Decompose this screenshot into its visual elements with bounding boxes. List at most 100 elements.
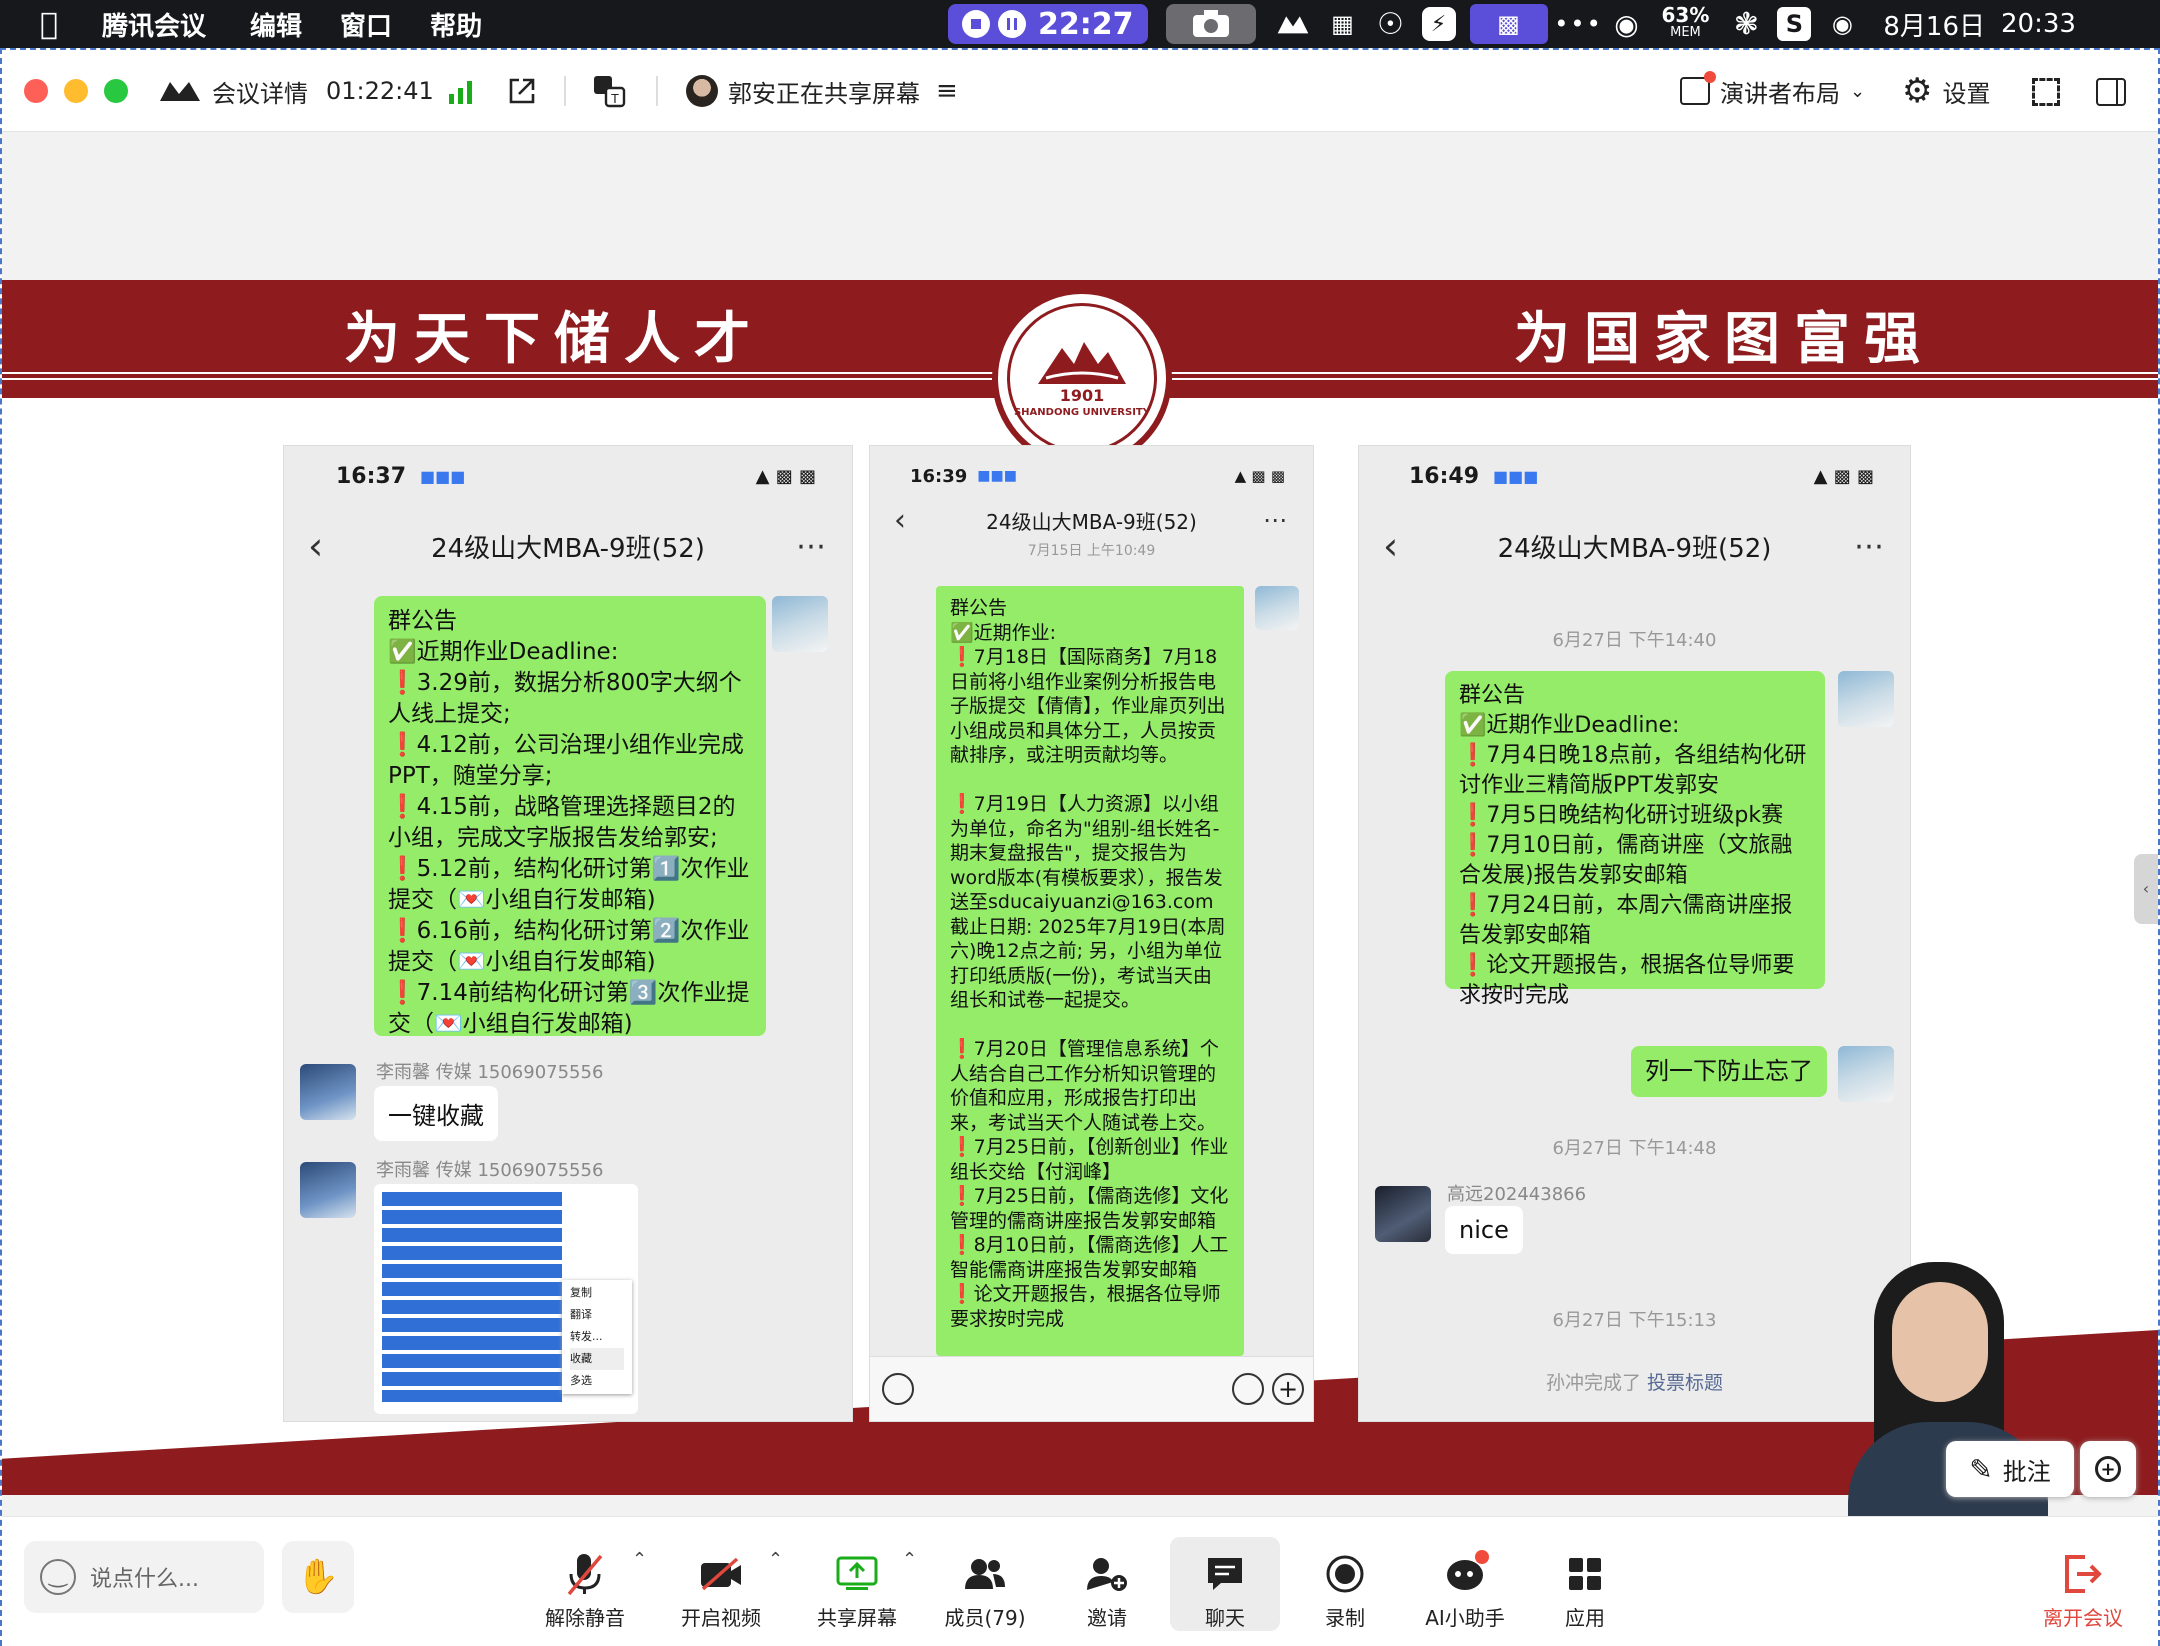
reply-bubble: 列一下防止忘了 — [1631, 1046, 1827, 1097]
chat-button[interactable]: 聊天 — [1170, 1537, 1280, 1631]
maximize-window-button[interactable] — [104, 79, 128, 103]
voice-icon — [882, 1373, 914, 1405]
translate-icon[interactable]: T — [592, 74, 626, 108]
camera-tray-icon[interactable] — [1165, 4, 1256, 44]
macos-menubar:  腾讯会议 编辑 窗口 帮助 22:27 ▦ ☉ ⚡ ▩ ••• ◉ 63% … — [0, 0, 2160, 48]
side-panel-handle[interactable]: ‹ — [2134, 854, 2158, 924]
more-icon: ⋯ — [1854, 528, 1886, 564]
sender-avatar — [1838, 1046, 1894, 1102]
record-button[interactable]: 录制 — [1290, 1537, 1400, 1631]
group-notice-bubble: 群公告 ✅近期作业Deadline: ❗7月4日晚18点前，各组结构化研讨作业三… — [1445, 671, 1825, 1008]
zoom-in-icon: + — [2095, 1456, 2121, 1482]
signal-strength-icon[interactable] — [448, 80, 474, 104]
plus-icon: + — [1272, 1373, 1304, 1405]
message-time: 6月27日 下午14:48 — [1552, 1138, 1717, 1159]
menu-help[interactable]: 帮助 — [430, 6, 482, 43]
status-bar: 16:37 ■■■ ▲ ▩ ▩ — [336, 463, 816, 489]
raise-hand-button[interactable]: ✋ — [282, 1541, 354, 1613]
member-avatar — [300, 1162, 356, 1218]
members-button[interactable]: 成员(79) — [930, 1537, 1040, 1631]
layout-dropdown[interactable]: 演讲者布局 ⌄ — [1680, 50, 1865, 132]
invite-button[interactable]: 邀请 — [1052, 1537, 1162, 1631]
control-center-icon[interactable]: ◉ — [1825, 7, 1859, 41]
record-icon — [1326, 1555, 1364, 1593]
bolt-icon[interactable]: ⚡ — [1421, 7, 1456, 41]
back-icon: ‹ — [894, 502, 906, 538]
tencent-meeting-tray-icon[interactable] — [1276, 7, 1310, 41]
back-icon: ‹ — [1383, 524, 1399, 568]
zoom-in-button[interactable]: + — [2080, 1441, 2136, 1497]
meeting-duration: 01:22:41 — [326, 77, 434, 105]
apple-icon[interactable]:  — [40, 7, 58, 42]
pen-icon: ✎ — [1969, 1452, 1993, 1486]
unmute-button[interactable]: 解除静音 — [530, 1537, 640, 1631]
ai-assistant-button[interactable]: AI小助手 — [1410, 1537, 1520, 1631]
menubar-date[interactable]: 8月16日 — [1883, 6, 1985, 43]
emoji-icon — [1232, 1373, 1264, 1405]
chat-header: ‹ 24级山大MBA-9班(52) ⋯ — [1383, 524, 1886, 568]
memory-indicator[interactable]: 63% MEM — [1662, 5, 1710, 42]
member-avatar — [1375, 1186, 1431, 1242]
close-window-button[interactable] — [24, 79, 48, 103]
settings-button[interactable]: ⚙ 设置 — [1902, 50, 1990, 132]
more-dots-icon[interactable]: ••• — [1554, 7, 1600, 41]
more-icon: ⋯ — [796, 528, 828, 564]
recording-indicator[interactable]: 22:27 — [948, 4, 1148, 44]
video-options-caret[interactable]: ⌃ — [768, 1549, 783, 1570]
start-video-button[interactable]: 开启视频 — [666, 1537, 776, 1631]
menu-window[interactable]: 窗口 — [340, 6, 392, 43]
apps-button[interactable]: 应用 — [1530, 1537, 1640, 1631]
share-options-caret[interactable]: ⌃ — [902, 1549, 917, 1570]
annotate-button[interactable]: ✎ 批注 — [1946, 1441, 2074, 1497]
shared-screen: 为天下储人才 为国家图富强 1901 SHANDONG UNIVERSITY 1… — [2, 132, 2158, 1516]
s-app-icon[interactable]: S — [1777, 7, 1812, 41]
sharing-indicator[interactable]: 郭安正在共享屏幕 ≡ — [686, 50, 958, 132]
member-name: 李雨馨 传媒 15069075556 — [376, 1062, 604, 1083]
share-screen-icon — [836, 1556, 878, 1590]
seal-text: SHANDONG UNIVERSITY — [1013, 407, 1150, 418]
pause-icon — [998, 10, 1026, 38]
menu-app-name[interactable]: 腾讯会议 — [102, 6, 206, 43]
meeting-details-button[interactable]: 会议详情 — [158, 50, 308, 132]
chat-icon — [1208, 1558, 1242, 1590]
menu-edit[interactable]: 编辑 — [250, 6, 302, 43]
share-screen-button[interactable]: 共享屏幕 — [802, 1537, 912, 1631]
wechat-screenshot-1: 16:37 ■■■ ▲ ▩ ▩ ‹ 24级山大MBA-9班(52) ⋯ 群公告 ✅近期作… — [283, 445, 853, 1422]
leave-icon — [2065, 1555, 2102, 1593]
chat-header: ‹ 24级山大MBA-9班(52) ⋯ — [308, 524, 828, 568]
compass-icon[interactable]: ☉ — [1374, 7, 1408, 42]
group-notice-bubble: 群公告 ✅近期作业: ❗7月18日【国际商务】7月18日前将小组作业案例分析报告… — [936, 586, 1244, 1356]
window-titlebar: 会议详情 01:22:41 T 郭安正在共享屏幕 ≡ 演讲者布局 ⌄ ⚙ 设置 — [2, 50, 2158, 132]
minimize-window-button[interactable] — [64, 79, 88, 103]
sender-avatar — [1255, 586, 1299, 630]
leave-meeting-button[interactable]: 离开会议 — [2028, 1537, 2138, 1631]
back-icon: ‹ — [308, 524, 324, 568]
message-date: 7月15日 上午10:49 — [1027, 543, 1156, 559]
meeting-window: 会议详情 01:22:41 T 郭安正在共享屏幕 ≡ 演讲者布局 ⌄ ⚙ 设置 — [0, 48, 2160, 1646]
chat-quick-input[interactable]: ‿ 说点什么... — [24, 1541, 264, 1613]
stop-icon — [962, 10, 990, 38]
more-icon: ⋯ — [1263, 506, 1289, 534]
seal-year: 1901 — [1059, 386, 1105, 405]
audio-options-caret[interactable]: ⌃ — [632, 1549, 647, 1570]
wechat-tray-icon[interactable]: ◉ — [1610, 7, 1644, 41]
presenter-avatar — [686, 75, 718, 107]
external-link-icon[interactable] — [507, 76, 537, 106]
motto-right: 为国家图富强 — [1514, 306, 1934, 372]
member-avatar — [300, 1064, 356, 1120]
university-seal: 1901 SHANDONG UNIVERSITY — [992, 288, 1172, 468]
invite-icon — [1087, 1558, 1127, 1591]
sidebar-toggle-icon[interactable] — [2096, 78, 2126, 106]
members-icon — [965, 1559, 1005, 1589]
screen-share-tray-icon[interactable]: ▩ — [1469, 4, 1548, 44]
member-name: 高远202443866 — [1447, 1184, 1587, 1205]
menubar-clock[interactable]: 20:33 — [2001, 9, 2076, 39]
chevron-down-icon: ⌄ — [1850, 80, 1866, 102]
fan-icon[interactable]: ❃ — [1729, 7, 1763, 42]
quoted-image: 复制 翻译 转发... 收藏 多选 — [374, 1184, 638, 1414]
mic-muted-icon — [567, 1554, 603, 1596]
gear-icon: ⚙ — [1902, 71, 1933, 111]
fullscreen-icon[interactable] — [2032, 78, 2060, 106]
screen-mirror-icon[interactable]: ▦ — [1326, 7, 1360, 41]
status-bar: 16:49 ■■■ ▲ ▩ ▩ — [1409, 463, 1874, 489]
